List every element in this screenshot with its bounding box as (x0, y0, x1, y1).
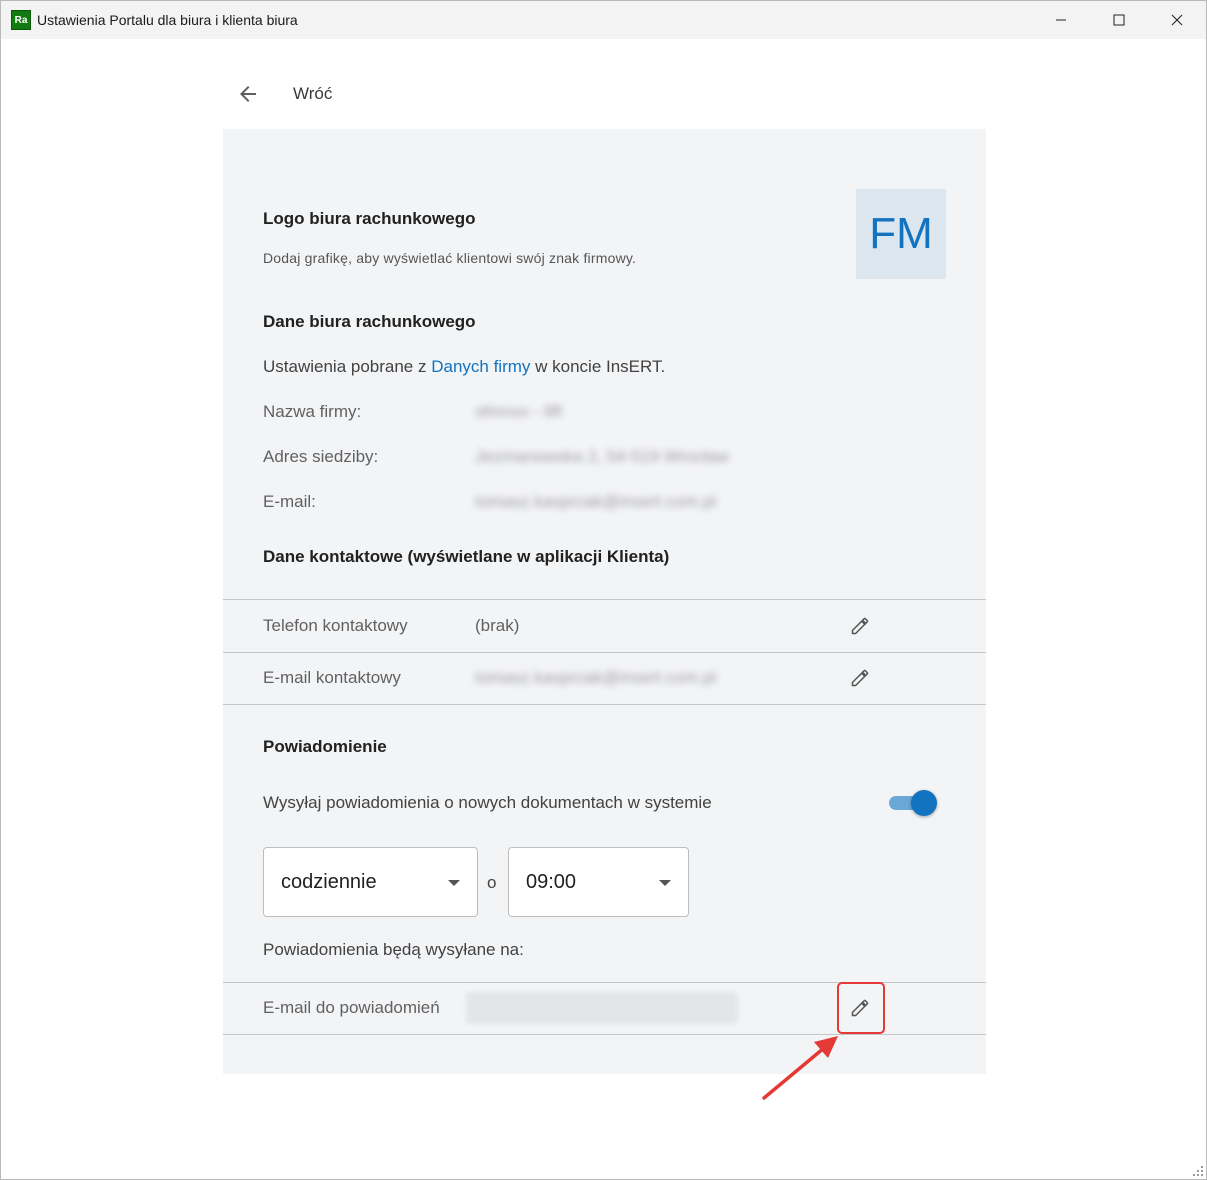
contact-email-value: tomasz.kasprzak@insert.com.pl (475, 668, 717, 687)
recipients-label: Powiadomienia będą wysyłane na: (263, 940, 524, 959)
company-name-label: Nazwa firmy: (263, 402, 362, 421)
source-prefix: Ustawienia pobrane z (263, 357, 432, 376)
office-data-source: Ustawienia pobrane z Danych firmy w konc… (263, 357, 665, 377)
toggle-thumb (911, 790, 937, 816)
time-value: 09:00 (526, 871, 577, 893)
back-label[interactable]: Wróć (293, 84, 332, 104)
dropdown-arrow-icon (448, 880, 460, 886)
pencil-icon[interactable] (847, 665, 873, 691)
email-label: E-mail: (263, 492, 316, 511)
app-window: Ra Ustawienia Portalu dla biura i klient… (0, 0, 1207, 1180)
source-suffix: w koncie InsERT. (530, 357, 666, 376)
logo-placeholder[interactable]: FM (856, 189, 946, 279)
close-icon (1171, 14, 1183, 26)
notification-email-label: E-mail do powiadomień (263, 998, 440, 1017)
pencil-icon[interactable] (847, 613, 873, 639)
time-select[interactable]: 09:00 (508, 847, 689, 917)
frequency-select[interactable]: codziennie (263, 847, 478, 917)
email-value: tomasz.kasprzak@insert.com.pl (475, 492, 717, 511)
notifications-title: Powiadomienie (263, 737, 387, 756)
minimize-button[interactable] (1032, 1, 1090, 39)
office-data-title: Dane biura rachunkowego (263, 312, 476, 331)
annotation-arrow-icon (762, 1036, 838, 1100)
notification-email-value (466, 992, 738, 1024)
divider (223, 652, 986, 653)
logo-section-title: Logo biura rachunkowego (263, 209, 476, 228)
divider (223, 704, 986, 705)
maximize-button[interactable] (1090, 1, 1148, 39)
resize-grip-icon[interactable] (1192, 1165, 1204, 1177)
divider (223, 1034, 986, 1035)
company-data-link[interactable]: Danych firmy (431, 357, 530, 376)
at-label: o (487, 873, 497, 892)
contact-email-label: E-mail kontaktowy (263, 668, 401, 687)
minimize-icon (1056, 19, 1066, 21)
dropdown-arrow-icon (659, 880, 671, 886)
logo-section-description: Dodaj grafikę, aby wyświetlać klientowi … (263, 250, 637, 266)
divider (223, 599, 986, 600)
notifications-toggle[interactable] (889, 790, 937, 816)
contact-phone-label: Telefon kontaktowy (263, 616, 408, 635)
frequency-value: codziennie (281, 871, 377, 893)
title-bar: Ra Ustawienia Portalu dla biura i klient… (1, 1, 1206, 39)
address-value: Jezmanowska 2, 54-519 Wrocław (475, 447, 729, 466)
company-name-value: sfmnxx - 8fl (475, 402, 562, 421)
app-icon: Ra (11, 10, 31, 30)
settings-panel: Logo biura rachunkowego Dodaj grafikę, a… (223, 129, 986, 1074)
maximize-icon (1113, 14, 1125, 26)
address-label: Adres siedziby: (263, 447, 379, 466)
contact-section-title: Dane kontaktowe (wyświetlane w aplikacji… (263, 547, 670, 566)
contact-phone-value: (brak) (475, 616, 520, 635)
close-button[interactable] (1148, 1, 1206, 39)
arrow-left-icon[interactable] (233, 79, 263, 109)
window-controls (1032, 1, 1206, 39)
notifications-toggle-label: Wysyłaj powiadomienia o nowych dokumenta… (263, 793, 712, 812)
window-title: Ustawienia Portalu dla biura i klienta b… (37, 12, 298, 28)
back-link[interactable]: Wróć (233, 79, 332, 109)
